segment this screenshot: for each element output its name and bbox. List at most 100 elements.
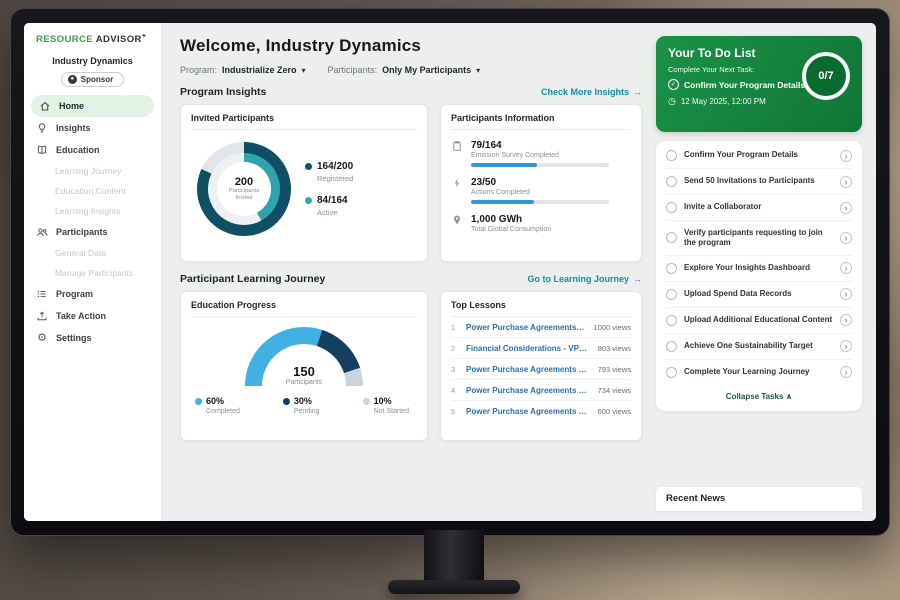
sidebar-item-learning-journey[interactable]: Learning Journey — [24, 161, 161, 181]
sidebar: RESOURCE ADVISOR+ Industry Dynamics ● Sp… — [24, 23, 162, 521]
todo-progress-ring: 0/7 — [802, 52, 850, 100]
legend-item-registered: 164/200 Registered — [305, 161, 353, 183]
book-icon — [36, 144, 48, 156]
task-row-7[interactable]: Upload Additional Educational Content › — [666, 308, 852, 334]
chevron-right-icon[interactable]: › — [840, 366, 852, 378]
survey-progress-bar — [471, 163, 609, 167]
invited-legend: 164/200 Registered 84/164 Active — [305, 161, 353, 217]
next-task-label: Confirm Your Program Details — [684, 80, 805, 90]
task-checkbox[interactable] — [666, 367, 677, 378]
sidebar-item-program[interactable]: Program — [24, 283, 161, 305]
chevron-right-icon[interactable]: › — [840, 232, 852, 244]
check-more-insights-link[interactable]: Check More Insights → — [541, 87, 642, 97]
task-checkbox[interactable] — [666, 232, 677, 243]
logo-secondary: ADVISOR — [96, 34, 142, 45]
sidebar-item-education-content[interactable]: Education Content — [24, 181, 161, 201]
lesson-link[interactable]: Power Purchase Agreements 103 — [466, 407, 591, 416]
legend-value: 10% — [374, 396, 392, 406]
lesson-link[interactable]: Power Purchase Agreements 102 — [466, 386, 591, 395]
upload-arrow-icon — [36, 310, 48, 322]
task-label: Complete Your Learning Journey — [684, 367, 833, 377]
task-label: Verify participants requesting to join t… — [684, 228, 833, 249]
sidebar-item-general-data[interactable]: General Data — [24, 243, 161, 263]
sidebar-item-insights[interactable]: Insights — [24, 117, 161, 139]
info-row-survey: 79/164 Emission Survey Completed — [451, 140, 631, 167]
sidebar-item-manage-participants[interactable]: Manage Participants — [24, 263, 161, 283]
task-checkbox[interactable] — [666, 176, 677, 187]
info-row-actions: 23/50 Actions Completed — [451, 177, 631, 204]
todo-next-task: ✓ Confirm Your Program Details — [668, 79, 808, 90]
info-label: Total Global Consumption — [471, 226, 631, 233]
task-row-5[interactable]: Explore Your Insights Dashboard › — [666, 256, 852, 282]
due-text: 12 May 2025, 12:00 PM — [681, 97, 766, 106]
link-label: Check More Insights — [541, 87, 629, 97]
participants-filter-label: Participants: — [328, 65, 378, 75]
progress-fill — [471, 200, 534, 204]
chevron-right-icon[interactable]: › — [840, 340, 852, 352]
nav-label: Education — [56, 145, 100, 155]
task-checkbox[interactable] — [666, 289, 677, 300]
chevron-down-icon: ▾ — [476, 66, 480, 75]
task-checkbox[interactable] — [666, 150, 677, 161]
task-row-4[interactable]: Verify participants requesting to join t… — [666, 221, 852, 256]
app-window: RESOURCE ADVISOR+ Industry Dynamics ● Sp… — [24, 23, 876, 521]
program-insights-header: Program Insights Check More Insights → — [180, 86, 642, 98]
task-row-2[interactable]: Send 50 Invitations to Participants › — [666, 169, 852, 195]
task-label: Confirm Your Program Details — [684, 150, 833, 160]
task-row-6[interactable]: Upload Spend Data Records › — [666, 282, 852, 308]
lesson-row: 4 Power Purchase Agreements 102 734 view… — [451, 380, 631, 401]
task-checkbox[interactable] — [666, 341, 677, 352]
not-started-dot — [363, 398, 370, 405]
lesson-rank: 2 — [451, 344, 459, 353]
lesson-link[interactable]: Power Purchase Agreements 101 — [466, 365, 591, 374]
legend-label: Completed — [206, 408, 240, 415]
participants-filter-value: Only My Participants — [382, 65, 471, 75]
task-checkbox[interactable] — [666, 263, 677, 274]
page-title: Welcome, Industry Dynamics — [180, 36, 642, 56]
legend-value: 60% — [206, 396, 224, 406]
lesson-views: 793 views — [598, 365, 631, 374]
sidebar-item-learning-insights[interactable]: Learning Insights — [24, 201, 161, 221]
legend-item-active: 84/164 Active — [305, 195, 353, 217]
task-row-9[interactable]: Complete Your Learning Journey › — [666, 360, 852, 385]
monitor-stand — [424, 530, 484, 586]
insights-cards-row: Invited Participants 200 Participants In… — [180, 104, 642, 262]
participants-filter[interactable]: Participants: Only My Participants ▾ — [328, 65, 481, 75]
chevron-right-icon[interactable]: › — [840, 150, 852, 162]
task-label: Upload Spend Data Records — [684, 289, 833, 299]
card-title: Top Lessons — [451, 300, 631, 317]
collapse-tasks-button[interactable]: Collapse Tasks ∧ — [666, 385, 852, 409]
nav-label: Learning Insights — [55, 206, 120, 216]
chevron-right-icon[interactable]: › — [840, 314, 852, 326]
chevron-right-icon[interactable]: › — [840, 176, 852, 188]
chevron-right-icon[interactable]: › — [840, 262, 852, 274]
sidebar-item-take-action[interactable]: Take Action — [24, 305, 161, 327]
pending-dot — [283, 398, 290, 405]
program-filter[interactable]: Program: Industrialize Zero ▾ — [180, 65, 306, 75]
go-to-learning-journey-link[interactable]: Go to Learning Journey → — [527, 274, 642, 284]
card-title: Invited Participants — [191, 113, 417, 130]
nav-label: Home — [59, 101, 84, 111]
sidebar-item-settings[interactable]: ⚙ Settings — [24, 327, 161, 349]
legend-label: Not Started — [374, 408, 409, 415]
sidebar-item-home[interactable]: Home — [31, 95, 154, 117]
chevron-right-icon[interactable]: › — [840, 202, 852, 214]
lesson-views: 600 views — [598, 407, 631, 416]
task-checkbox[interactable] — [666, 202, 677, 213]
info-label: Actions Completed — [471, 189, 631, 196]
sidebar-item-participants[interactable]: Participants — [24, 221, 161, 243]
task-row-8[interactable]: Achieve One Sustainability Target › — [666, 334, 852, 360]
nav-label: Learning Journey — [55, 166, 121, 176]
sidebar-item-education[interactable]: Education — [24, 139, 161, 161]
top-lessons-card: Top Lessons 1 Power Purchase Agreements … — [440, 291, 642, 441]
chevron-right-icon[interactable]: › — [840, 288, 852, 300]
task-label: Upload Additional Educational Content — [684, 315, 833, 325]
lesson-link[interactable]: Power Purchase Agreements 101 — [466, 323, 586, 332]
task-row-1[interactable]: Confirm Your Program Details › — [666, 143, 852, 169]
task-checkbox[interactable] — [666, 315, 677, 326]
person-icon: ● — [68, 75, 77, 84]
task-row-3[interactable]: Invite a Collaborator › — [666, 195, 852, 221]
arrow-right-icon: → — [633, 274, 642, 284]
info-value: 23/50 — [471, 177, 631, 188]
lesson-link[interactable]: Financial Considerations - VPPAs — [466, 344, 591, 353]
